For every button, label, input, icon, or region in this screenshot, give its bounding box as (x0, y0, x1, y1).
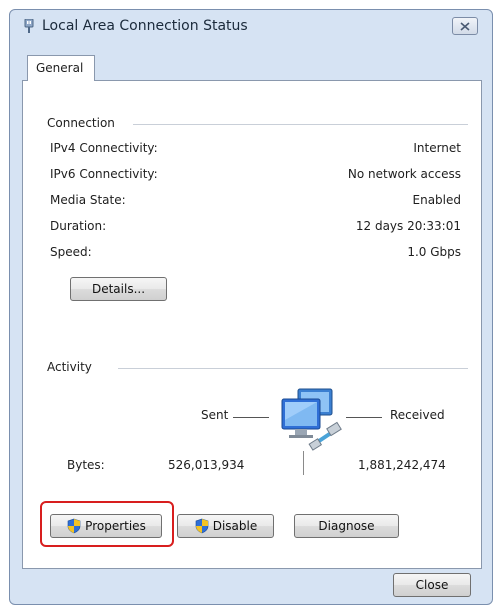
network-cable-icon (24, 19, 34, 33)
close-icon (460, 21, 470, 31)
tab-general-label: General (36, 61, 84, 75)
bytes-separator (303, 451, 304, 475)
received-dash (346, 417, 382, 418)
disable-button-label: Disable (212, 519, 258, 533)
bytes-sent-value: 526,013,934 (168, 458, 245, 472)
general-panel: Connection IPv4 Connectivity: Internet I… (22, 80, 482, 569)
uac-shield-icon (195, 518, 209, 534)
ipv6-connectivity-label: IPv6 Connectivity: (50, 167, 158, 181)
close-button[interactable]: Close (393, 573, 471, 597)
sent-dash (233, 417, 269, 418)
connection-group-divider (133, 124, 468, 125)
bytes-received-value: 1,881,242,474 (358, 458, 446, 472)
details-button[interactable]: Details... (70, 277, 167, 301)
bytes-label: Bytes: (67, 458, 105, 472)
window-close-button[interactable] (452, 17, 478, 35)
ipv4-connectivity-value: Internet (413, 141, 461, 155)
ipv6-connectivity-value: No network access (347, 167, 461, 181)
sent-label: Sent (201, 408, 229, 422)
duration-value: 12 days 20:33:01 (355, 219, 461, 233)
tab-general[interactable]: General (27, 55, 95, 81)
diagnose-button[interactable]: Diagnose (294, 514, 399, 538)
duration-label: Duration: (50, 219, 107, 233)
speed-value: 1.0 Gbps (407, 245, 461, 259)
connection-group-label: Connection (47, 116, 121, 130)
speed-label: Speed: (50, 245, 92, 259)
network-computers-icon (281, 388, 342, 451)
activity-group-divider (118, 368, 468, 369)
media-state-label: Media State: (50, 193, 126, 207)
media-state-value: Enabled (412, 193, 462, 207)
ipv4-connectivity-label: IPv4 Connectivity: (50, 141, 158, 155)
disable-button[interactable]: Disable (177, 514, 274, 538)
activity-group-label: Activity (47, 360, 98, 374)
properties-highlight-box (40, 501, 174, 547)
title-bar: Local Area Connection Status (10, 10, 492, 40)
status-dialog: Local Area Connection Status General Con… (9, 9, 493, 605)
window-title: Local Area Connection Status (42, 18, 248, 34)
received-label: Received (390, 408, 445, 422)
